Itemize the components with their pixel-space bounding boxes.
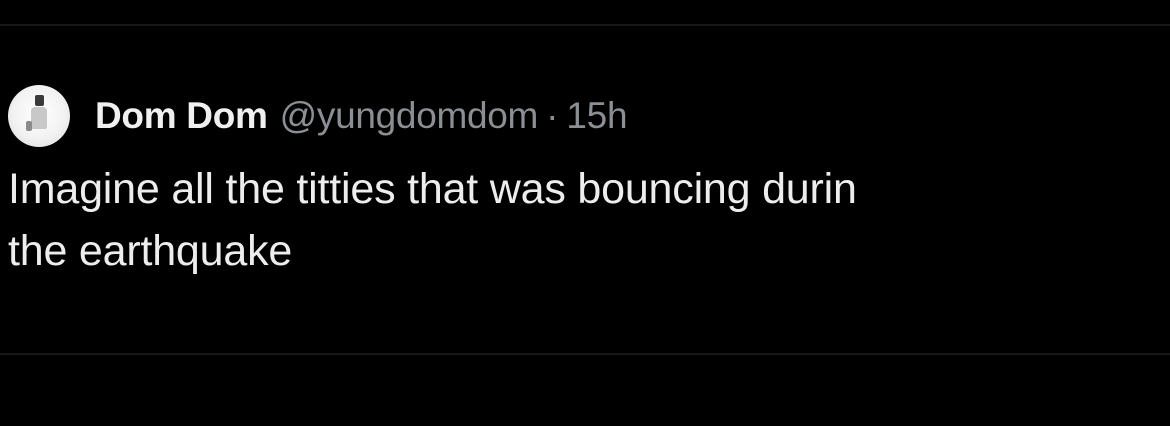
avatar-figure-head	[35, 95, 44, 106]
tweet[interactable]: Dom Dom @yungdomdom · 15h Imagine all th…	[8, 84, 1170, 282]
author-display-name[interactable]: Dom Dom	[95, 95, 268, 137]
tweet-header: Dom Dom @yungdomdom · 15h	[8, 84, 1170, 148]
author-handle[interactable]: @yungdomdom	[280, 95, 539, 137]
avatar-figure-arm	[26, 121, 32, 131]
tweet-timestamp[interactable]: 15h	[566, 95, 627, 137]
tweet-text-line-1: Imagine all the titties that was bouncin…	[8, 165, 857, 213]
header-separator: ·	[546, 95, 559, 136]
tweet-text-line-2: the earthquake	[8, 227, 293, 275]
avatar[interactable]	[8, 85, 70, 147]
bottom-divider	[0, 353, 1170, 355]
avatar-figure-body	[31, 107, 47, 129]
tweet-text: Imagine all the titties that was bouncin…	[8, 158, 1170, 282]
top-divider	[0, 24, 1170, 26]
